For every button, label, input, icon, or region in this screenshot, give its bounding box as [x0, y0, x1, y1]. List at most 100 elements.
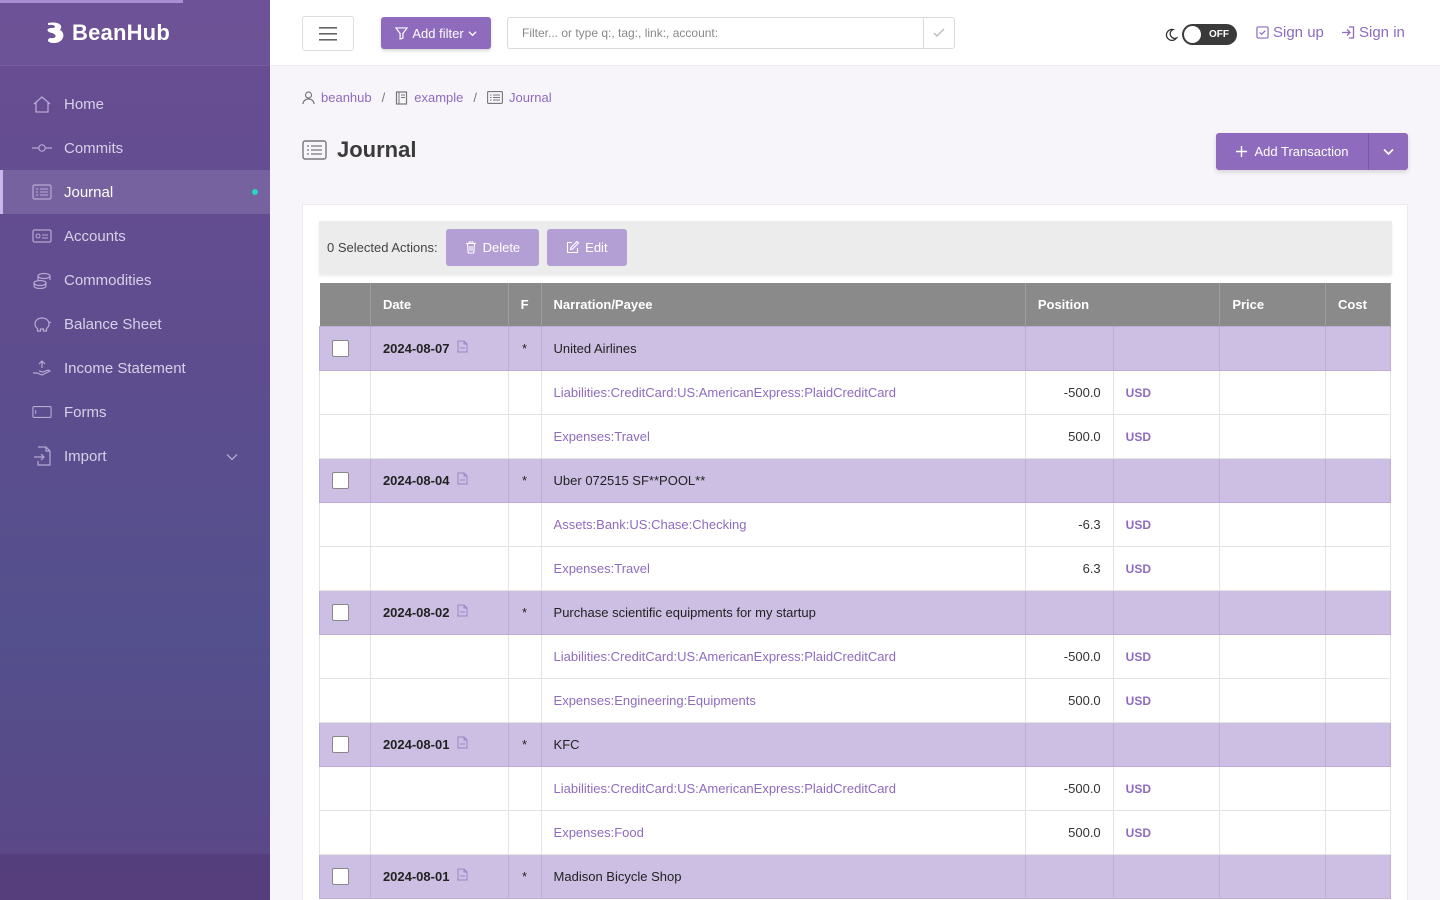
sidebar-item-journal[interactable]: Journal [0, 170, 270, 214]
currency-link[interactable]: USD [1126, 650, 1151, 664]
transaction-row[interactable]: 2024-08-07 * United Airlines [319, 325, 1391, 371]
date-cell [369, 545, 509, 591]
add-transaction-button[interactable]: Add Transaction [1216, 133, 1369, 170]
flag-cell [507, 633, 542, 679]
sidebar-item-forms[interactable]: Forms [0, 390, 270, 434]
row-checkbox[interactable] [332, 735, 349, 753]
price-cell [1219, 809, 1327, 855]
header-cost: Cost [1325, 283, 1391, 326]
page-title-text: Journal [337, 137, 417, 162]
account-cell: Assets:Bank:US:Chase:Checking [540, 501, 1026, 547]
account-link[interactable]: Liabilities:CreditCard:US:AmericanExpres… [554, 385, 896, 400]
currency-link[interactable]: USD [1126, 694, 1151, 708]
account-link[interactable]: Liabilities:CreditCard:US:AmericanExpres… [554, 649, 896, 664]
journal-card: 0 Selected Actions: Delete Edit Date F N… [302, 204, 1408, 900]
row-checkbox[interactable] [332, 603, 349, 621]
user-icon [302, 90, 315, 104]
add-filter-button[interactable]: Add filter [381, 17, 491, 49]
filter-apply-button[interactable] [923, 17, 955, 49]
date-cell [369, 501, 509, 547]
breadcrumb-separator: / [473, 90, 478, 105]
source-file-icon[interactable] [457, 736, 468, 752]
filter-placeholder: Filter... or type q:, tag:, link:, accou… [522, 26, 719, 40]
sidebar-footer [0, 854, 270, 900]
add-transaction-label: Add Transaction [1254, 144, 1349, 159]
chevron-down-icon[interactable] [226, 448, 238, 465]
row-checkbox[interactable] [332, 471, 349, 489]
price-cell [1219, 633, 1327, 679]
header-date[interactable]: Date [370, 283, 509, 326]
cost-cell [1325, 369, 1391, 415]
breadcrumb-journal-label: Journal [509, 90, 552, 105]
currency-link[interactable]: USD [1126, 782, 1151, 796]
account-link[interactable]: Expenses:Engineering:Equipments [554, 693, 756, 708]
account-link[interactable]: Expenses:Travel [554, 429, 650, 444]
breadcrumb-user-label: beanhub [321, 90, 372, 105]
sign-in-link[interactable]: Sign in [1341, 24, 1405, 41]
select-cell [319, 809, 371, 855]
breadcrumb-repo[interactable]: example [395, 90, 463, 105]
currency-link[interactable]: USD [1126, 386, 1151, 400]
source-file-icon[interactable] [457, 868, 468, 884]
account-link[interactable]: Assets:Bank:US:Chase:Checking [554, 517, 747, 532]
dark-mode-toggle[interactable]: OFF [1182, 24, 1237, 45]
row-checkbox[interactable] [332, 339, 349, 357]
header-price: Price [1219, 283, 1327, 326]
transaction-row[interactable]: 2024-08-02 * Purchase scientific equipment… [319, 589, 1391, 635]
cost-cell [1325, 325, 1391, 371]
sidebar-item-accounts[interactable]: Accounts [0, 214, 270, 258]
breadcrumb-user[interactable]: beanhub [302, 90, 372, 105]
account-link[interactable]: Liabilities:CreditCard:US:AmericanExpres… [554, 781, 896, 796]
sidebar-item-import[interactable]: Import [0, 434, 270, 478]
price-cell [1219, 457, 1327, 503]
toggle-knob [1184, 26, 1201, 43]
cost-cell [1325, 677, 1391, 723]
source-file-icon[interactable] [457, 472, 468, 488]
transaction-row[interactable]: 2024-08-04 * Uber 072515 SF**POOL** [319, 457, 1391, 503]
filter-input[interactable]: Filter... or type q:, tag:, link:, accou… [507, 17, 924, 49]
transaction-date: 2024-08-04 [382, 472, 450, 488]
date-cell: 2024-08-01 [369, 721, 509, 767]
price-cell [1219, 325, 1327, 371]
sidebar-item-commits[interactable]: Commits [0, 126, 270, 170]
sidebar-item-label: Journal [64, 183, 114, 201]
moon-icon [1165, 28, 1178, 41]
account-cell: Expenses:Travel [540, 413, 1026, 459]
sidebar-item-income-statement[interactable]: Income Statement [0, 346, 270, 390]
date-cell: 2024-08-01 [369, 853, 509, 899]
currency-link[interactable]: USD [1126, 518, 1151, 532]
account-link[interactable]: Expenses:Food [554, 825, 644, 840]
source-file-icon[interactable] [457, 340, 468, 356]
brand-logo[interactable]: BeanHub [0, 0, 270, 66]
account-link[interactable]: Expenses:Travel [554, 561, 650, 576]
transaction-row[interactable]: 2024-08-01 * Madison Bicycle Shop [319, 853, 1391, 899]
currency-link[interactable]: USD [1126, 430, 1151, 444]
currency-link[interactable]: USD [1126, 826, 1151, 840]
currency-link[interactable]: USD [1126, 562, 1151, 576]
breadcrumb: beanhub / example / Journal [302, 90, 552, 105]
sidebar-item-home[interactable]: Home [0, 82, 270, 126]
delete-button[interactable]: Delete [445, 229, 540, 266]
sidebar-item-balance-sheet[interactable]: Balance Sheet [0, 302, 270, 346]
account-cell: Expenses:Travel [540, 545, 1026, 591]
amount-cell [1024, 325, 1114, 371]
add-transaction-dropdown-button[interactable] [1369, 133, 1408, 170]
page-title: Journal [302, 137, 416, 163]
menu-toggle-button[interactable] [302, 16, 354, 51]
cost-cell [1325, 413, 1391, 459]
header-narration: Narration/Payee [541, 283, 1026, 326]
theme-switch[interactable]: OFF [1164, 24, 1237, 45]
import-icon [32, 446, 52, 466]
header-select [319, 283, 371, 326]
date-cell: 2024-08-02 [369, 589, 509, 635]
sidebar-item-commodities[interactable]: Commodities [0, 258, 270, 302]
sign-up-link[interactable]: Sign up [1256, 24, 1324, 41]
account-cell: Liabilities:CreditCard:US:AmericanExpres… [540, 765, 1026, 811]
source-file-icon[interactable] [457, 604, 468, 620]
flag-cell [507, 809, 542, 855]
date-cell [369, 369, 509, 415]
row-checkbox[interactable] [332, 867, 349, 885]
transaction-row[interactable]: 2024-08-01 * KFC [319, 721, 1391, 767]
edit-button[interactable]: Edit [547, 229, 627, 266]
breadcrumb-journal[interactable]: Journal [487, 90, 552, 105]
